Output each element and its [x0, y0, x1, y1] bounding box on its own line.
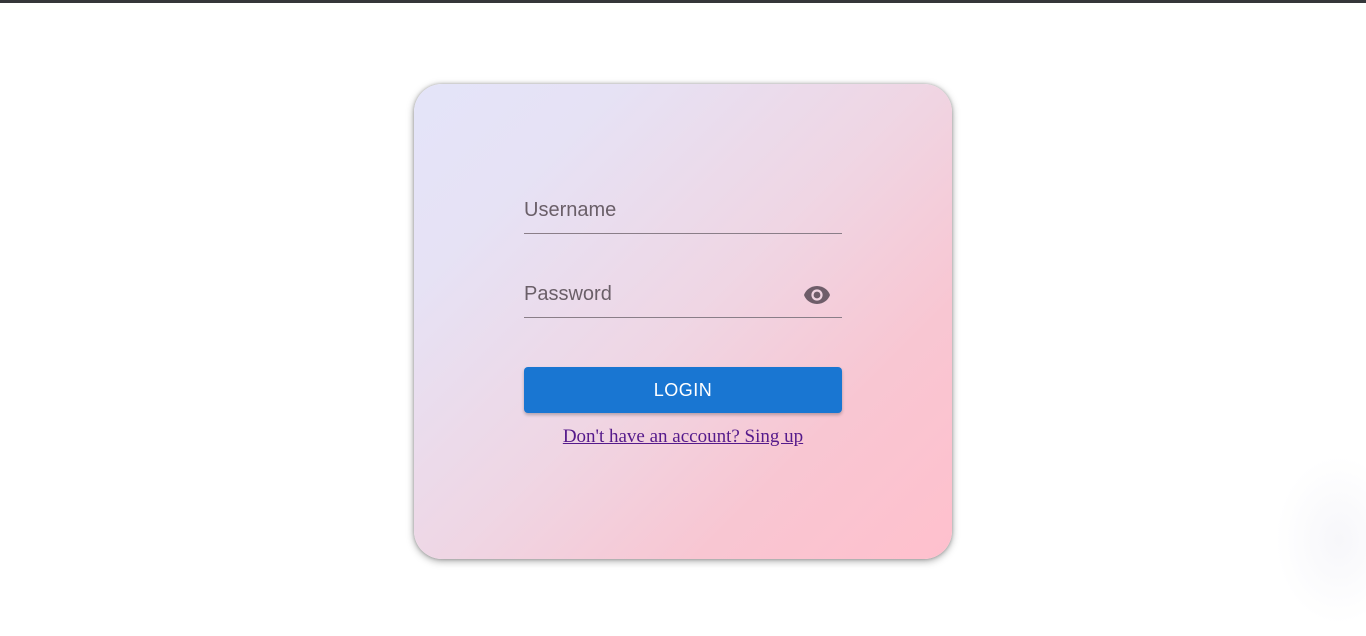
login-button[interactable]: LOGIN [524, 367, 842, 413]
password-field-container [524, 280, 842, 318]
username-field-container [524, 196, 842, 234]
username-input[interactable] [524, 196, 842, 233]
password-input[interactable] [524, 280, 842, 317]
eye-icon-svg [804, 286, 830, 304]
login-card: LOGIN Don't have an account? Sing up [414, 84, 952, 559]
eye-icon[interactable] [802, 284, 832, 306]
signup-link[interactable]: Don't have an account? Sing up [563, 426, 803, 447]
decorative-corner-shadow [1275, 455, 1366, 625]
signup-link-container: Don't have an account? Sing up [414, 426, 952, 448]
browser-top-bar [0, 0, 1366, 3]
